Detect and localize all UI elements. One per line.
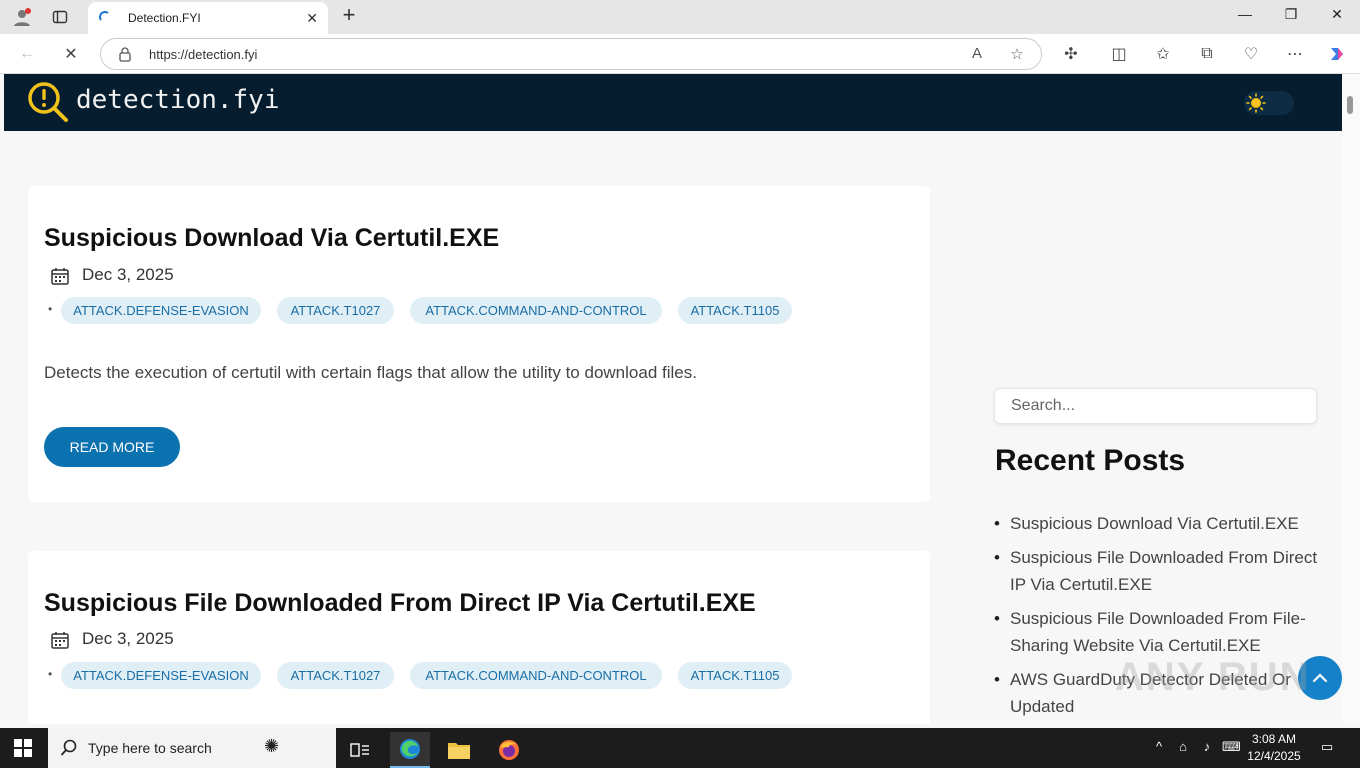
tag-t1027[interactable]: ATTACK.T1027 [277, 297, 394, 324]
new-tab-button[interactable]: + [338, 4, 360, 28]
site-logo-text[interactable]: detection.fyi [76, 85, 280, 115]
tag-bullet: • [48, 302, 53, 316]
clock-date: 12/4/2025 [1247, 749, 1301, 763]
calendar-icon [50, 266, 70, 286]
tab-actions-icon[interactable] [46, 4, 74, 30]
chevron-up-icon[interactable]: ^ [1150, 739, 1168, 757]
copilot-icon[interactable] [1324, 42, 1350, 66]
edge-browser-icon[interactable] [390, 732, 430, 768]
taskbar-search-box[interactable]: Type here to search ✺ [48, 728, 336, 768]
tab-title: Detection.FYI [128, 11, 201, 25]
network-icon[interactable]: ⌂ [1174, 739, 1192, 757]
keyboard-icon[interactable]: ⌨ [1222, 739, 1241, 757]
recent-posts-heading: Recent Posts [995, 444, 1186, 477]
restore-icon[interactable]: ❐ [1276, 6, 1306, 28]
collections-icon[interactable]: ⧉ [1194, 42, 1220, 66]
volume-icon[interactable]: ♪ [1198, 739, 1216, 757]
tag-defense-evasion[interactable]: ATTACK.DEFENSE-EVASION [61, 297, 261, 324]
browser-toolbar: ← ✕ https://detection.fyi A ☆ ✣ ◫ ✩ ⧉ ♡ … [0, 34, 1360, 74]
post-date: Dec 3, 2025 [82, 629, 174, 648]
address-bar[interactable]: https://detection.fyi A ☆ [100, 38, 1042, 70]
firefox-icon[interactable] [489, 732, 529, 768]
tag-command-and-control[interactable]: ATTACK.COMMAND-AND-CONTROL [410, 297, 662, 324]
theme-toggle[interactable] [1244, 91, 1294, 115]
sun-icon [1246, 93, 1266, 113]
url-text: https://detection.fyi [149, 47, 258, 62]
post-title[interactable]: Suspicious File Downloaded From Direct I… [44, 589, 756, 618]
recent-post-link[interactable]: Suspicious File Downloaded From File-Sha… [994, 605, 1320, 659]
page-viewport: detection.fyi Suspicious Download Via Ce… [4, 74, 1342, 724]
lightbulb-magnifier-icon[interactable] [26, 80, 70, 124]
search-input[interactable] [994, 388, 1317, 424]
scrollbar-thumb[interactable] [1347, 96, 1353, 114]
browser-essentials-icon[interactable]: ♡ [1238, 42, 1264, 66]
post-excerpt: Detects the execution of certutil with c… [44, 363, 697, 382]
site-header: detection.fyi [4, 74, 1342, 131]
tag-command-and-control[interactable]: ATTACK.COMMAND-AND-CONTROL [410, 662, 662, 689]
recent-post-link[interactable]: Suspicious File Downloaded From Direct I… [994, 544, 1320, 598]
task-view-icon[interactable] [340, 732, 380, 768]
post-card: Suspicious Download Via Certutil.EXE Dec… [28, 186, 930, 502]
windows-taskbar: Type here to search ✺ ^ ⌂ ♪ ⌨ 3:08 AM 12… [0, 728, 1360, 768]
more-menu-icon[interactable]: ⋯ [1282, 42, 1308, 66]
tab-detection-fyi[interactable]: Detection.FYI ✕ [88, 2, 328, 34]
tag-t1027[interactable]: ATTACK.T1027 [277, 662, 394, 689]
clock-time: 3:08 AM [1251, 732, 1297, 746]
favorite-star-icon[interactable]: ☆ [1007, 45, 1027, 65]
browser-tab-bar: Detection.FYI ✕ + — ❐ ✕ [0, 0, 1360, 34]
minimize-icon[interactable]: — [1230, 6, 1260, 28]
tag-t1105[interactable]: ATTACK.T1105 [678, 297, 792, 324]
tag-defense-evasion[interactable]: ATTACK.DEFENSE-EVASION [61, 662, 261, 689]
read-more-button[interactable]: READ MORE [44, 427, 180, 467]
post-card: Suspicious File Downloaded From Direct I… [28, 551, 930, 724]
chevron-up-icon [1312, 673, 1328, 683]
split-screen-icon[interactable]: ◫ [1106, 42, 1132, 66]
calendar-icon [50, 630, 70, 650]
taskbar-clock[interactable]: 3:08 AM 12/4/2025 [1244, 731, 1304, 765]
back-arrow-icon[interactable]: ← [14, 42, 40, 66]
post-title[interactable]: Suspicious Download Via Certutil.EXE [44, 224, 499, 253]
close-tab-icon[interactable]: ✕ [306, 10, 318, 27]
notification-icon[interactable]: ▭ [1318, 739, 1336, 757]
tag-t1105[interactable]: ATTACK.T1105 [678, 662, 792, 689]
search-icon [60, 739, 78, 757]
windows-start-icon[interactable] [14, 739, 32, 757]
lock-icon[interactable] [117, 46, 133, 62]
search-highlight-icon: ✺ [264, 736, 280, 756]
post-date: Dec 3, 2025 [82, 265, 174, 284]
stop-loading-icon[interactable]: ✕ [58, 42, 84, 66]
page-scrollbar[interactable] [1342, 74, 1360, 724]
read-aloud-icon[interactable]: A [967, 45, 987, 65]
extensions-icon[interactable]: ✣ [1058, 42, 1084, 66]
anyrun-watermark: ANY RUN [1115, 655, 1311, 699]
file-explorer-icon[interactable] [439, 732, 479, 768]
taskbar-search-text: Type here to search [88, 740, 212, 756]
loading-spinner-icon [98, 10, 114, 26]
favorites-icon[interactable]: ✩ [1150, 42, 1176, 66]
close-window-icon[interactable]: ✕ [1322, 6, 1352, 28]
tag-bullet: • [48, 667, 53, 681]
recent-post-link[interactable]: Suspicious Download Via Certutil.EXE [994, 510, 1320, 537]
profile-avatar-icon[interactable] [8, 4, 36, 30]
